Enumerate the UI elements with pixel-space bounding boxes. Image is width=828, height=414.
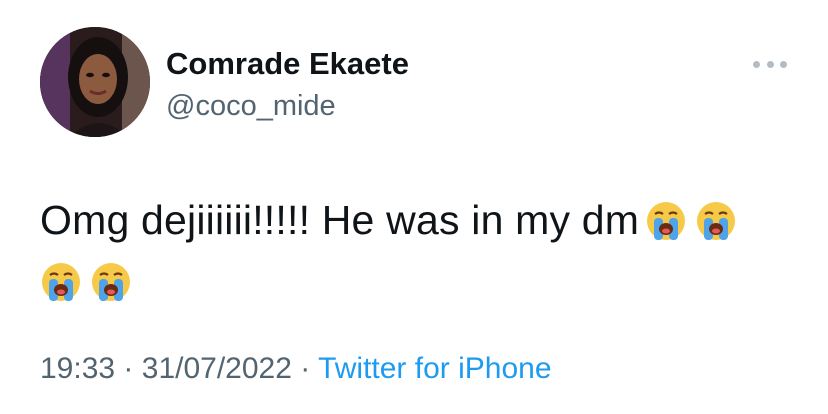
- tweet-body: Omg dejiiiiii!!!!! He was in my dm: [40, 197, 640, 243]
- profile-photo-icon: [40, 27, 150, 137]
- separator: ·: [300, 352, 311, 385]
- ellipsis-icon: [780, 60, 787, 68]
- loudly-crying-face-icon: [40, 261, 82, 303]
- ellipsis-icon: [753, 60, 760, 68]
- tweet-date[interactable]: 31/07/2022: [142, 352, 292, 385]
- more-options-button[interactable]: [753, 56, 787, 72]
- ellipsis-icon: [766, 60, 774, 68]
- display-name[interactable]: Comrade Ekaete: [166, 46, 409, 82]
- loudly-crying-face-icon: [645, 200, 687, 242]
- loudly-crying-face-icon: [695, 200, 737, 242]
- tweet-card: Comrade Ekaete @coco_mide Omg dejiiiiii!…: [0, 0, 828, 414]
- separator: ·: [123, 352, 134, 385]
- avatar[interactable]: [40, 27, 150, 137]
- tweet-source-link[interactable]: Twitter for iPhone: [318, 352, 551, 385]
- user-handle[interactable]: @coco_mide: [166, 90, 336, 123]
- tweet-metadata: 19:33 · 31/07/2022 · Twitter for iPhone: [40, 352, 552, 386]
- tweet-time[interactable]: 19:33: [40, 352, 115, 385]
- tweet-text: Omg dejiiiiii!!!!! He was in my dm: [40, 190, 800, 312]
- loudly-crying-face-icon: [90, 261, 132, 303]
